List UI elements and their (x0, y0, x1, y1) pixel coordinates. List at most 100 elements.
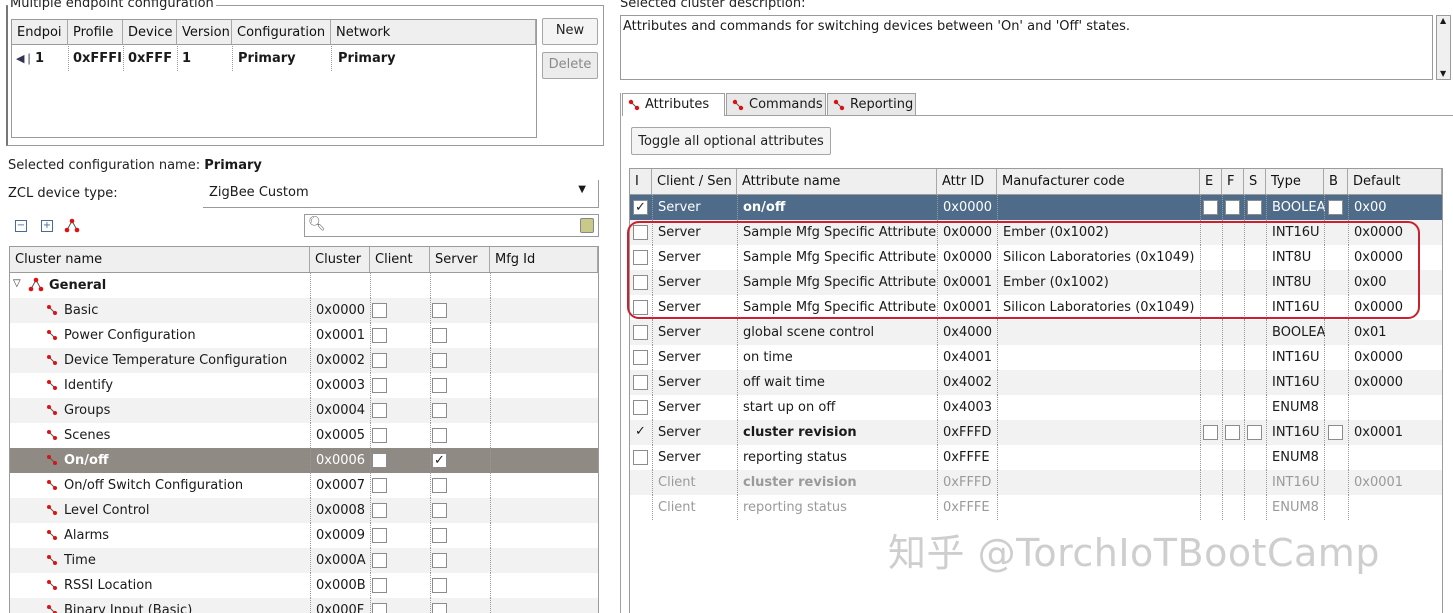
attribute-row[interactable]: Server start up on off 0x4003 ENUM8 (630, 395, 1442, 420)
attribute-row[interactable]: Client cluster revision 0xFFFD INT16U 0x0001 (630, 470, 1442, 495)
server-checkbox[interactable] (432, 503, 447, 518)
new-button[interactable]: New (542, 18, 598, 45)
client-checkbox[interactable] (372, 578, 387, 593)
client-checkbox[interactable] (372, 478, 387, 493)
attr-col-header[interactable]: S (1244, 169, 1266, 194)
zcl-device-select[interactable]: ZigBee Custom ▼ (203, 180, 599, 208)
server-checkbox[interactable] (432, 478, 447, 493)
included-checkbox[interactable] (633, 400, 648, 415)
cluster-row[interactable]: Time 0x000A (10, 548, 598, 573)
client-checkbox[interactable] (372, 403, 387, 418)
attr-col-header[interactable]: I (630, 169, 652, 194)
cluster-row[interactable]: Alarms 0x0009 (10, 523, 598, 548)
attribute-row[interactable]: Server reporting status 0xFFFE ENUM8 (630, 445, 1442, 470)
attr-col-header[interactable]: Default (1348, 169, 1442, 194)
client-checkbox[interactable] (372, 428, 387, 443)
tab-attributes[interactable]: Attributes (622, 93, 725, 116)
collapse-all-icon[interactable]: − (15, 220, 27, 232)
client-checkbox[interactable] (372, 528, 387, 543)
cluster-icon[interactable] (64, 218, 80, 234)
server-checkbox[interactable] (432, 328, 447, 343)
client-checkbox[interactable] (372, 378, 387, 393)
attr-col-header[interactable]: Manufacturer code (997, 169, 1200, 194)
endpoint-col-header[interactable]: Configuration (232, 20, 331, 44)
cluster-row[interactable]: Groups 0x0004 (10, 398, 598, 423)
cluster-group-row[interactable]: ▽ General (10, 273, 598, 298)
cluster-col-header[interactable]: Server (430, 247, 490, 272)
attr-col-header[interactable]: Type (1266, 169, 1324, 194)
included-checkbox[interactable]: ✓ (633, 200, 648, 215)
cluster-col-header[interactable]: Cluster name (10, 247, 310, 272)
client-checkbox[interactable] (372, 603, 387, 613)
endpoint-col-header[interactable]: Version (177, 20, 232, 44)
endpoint-col-header[interactable]: Network (331, 20, 536, 44)
server-checkbox[interactable] (432, 528, 447, 543)
client-checkbox[interactable] (372, 503, 387, 518)
endpoint-col-header[interactable]: Device (123, 20, 177, 44)
singleton-checkbox[interactable] (1247, 425, 1262, 440)
flash-checkbox[interactable] (1225, 200, 1240, 215)
cluster-col-header[interactable]: Cluster (310, 247, 370, 272)
tab-reporting[interactable]: Reporting (827, 93, 916, 115)
cluster-row[interactable]: Device Temperature Configuration 0x0002 (10, 348, 598, 373)
endpoint-col-header[interactable]: Endpoi (12, 20, 68, 44)
cluster-search-input[interactable]: 🔍︎ (304, 214, 599, 237)
attr-col-header[interactable]: F (1222, 169, 1244, 194)
expand-triangle-icon[interactable]: ▽ (13, 278, 21, 289)
cluster-row[interactable]: Binary Input (Basic) 0x000F (10, 598, 598, 613)
server-checkbox[interactable] (432, 553, 447, 568)
server-checkbox[interactable] (432, 353, 447, 368)
attr-col-header[interactable]: Attr ID (937, 169, 997, 194)
endpoint-row[interactable]: ◀❘ 1 0xFFFI 0xFFFI 1 Primary Primary (12, 46, 536, 71)
external-checkbox[interactable] (1203, 425, 1218, 440)
server-checkbox[interactable]: ✓ (432, 453, 447, 468)
client-checkbox[interactable] (372, 328, 387, 343)
cluster-row[interactable]: RSSI Location 0x000B (10, 573, 598, 598)
cluster-row[interactable]: Basic 0x0000 (10, 298, 598, 323)
expand-all-icon[interactable]: + (41, 220, 53, 232)
bounded-checkbox[interactable] (1328, 425, 1343, 440)
cluster-col-header[interactable]: Client (370, 247, 430, 272)
client-checkbox[interactable] (372, 453, 387, 468)
attr-col-header[interactable]: B (1324, 169, 1348, 194)
server-checkbox[interactable] (432, 403, 447, 418)
server-checkbox[interactable] (432, 603, 447, 613)
external-checkbox[interactable] (1203, 200, 1218, 215)
server-checkbox[interactable] (432, 303, 447, 318)
attribute-row[interactable]: ✓ Server on/off 0x0000 BOOLEA 0x00 (630, 195, 1442, 220)
included-check[interactable]: ✓ (635, 424, 646, 439)
server-checkbox[interactable] (432, 578, 447, 593)
cluster-row[interactable]: On/off Switch Configuration 0x0007 (10, 473, 598, 498)
tab-commands[interactable]: Commands (726, 93, 826, 115)
client-checkbox[interactable] (372, 303, 387, 318)
cluster-row[interactable]: Scenes 0x0005 (10, 423, 598, 448)
attribute-row[interactable]: ✓ Server cluster revision 0xFFFD INT16U 0x000… (630, 420, 1442, 445)
attribute-row[interactable]: Server global scene control 0x4000 BOOLEA 0x… (630, 320, 1442, 345)
attribute-row[interactable]: Server on time 0x4001 INT16U 0x0000 (630, 345, 1442, 370)
clear-search-icon[interactable] (580, 218, 594, 233)
server-checkbox[interactable] (432, 378, 447, 393)
endpoint-col-header[interactable]: Profile (68, 20, 123, 44)
singleton-checkbox[interactable] (1247, 200, 1262, 215)
bounded-checkbox[interactable] (1328, 200, 1343, 215)
attr-col-header[interactable]: Attribute name (737, 169, 937, 194)
client-checkbox[interactable] (372, 553, 387, 568)
cluster-row[interactable]: Power Configuration 0x0001 (10, 323, 598, 348)
cluster-row[interactable]: Level Control 0x0008 (10, 498, 598, 523)
cluster-col-header[interactable]: Mfg Id (490, 247, 598, 272)
attr-col-header[interactable]: Client / Sen (652, 169, 737, 194)
included-checkbox[interactable] (633, 450, 648, 465)
attribute-row[interactable]: Server off wait time 0x4002 INT16U 0x0000 (630, 370, 1442, 395)
included-checkbox[interactable] (633, 350, 648, 365)
delete-button[interactable]: Delete (542, 52, 598, 79)
included-checkbox[interactable] (633, 375, 648, 390)
attribute-row[interactable]: Client reporting status 0xFFFE ENUM8 (630, 495, 1442, 520)
cluster-row[interactable]: Identify 0x0003 (10, 373, 598, 398)
desc-scrollbar[interactable]: ▲ ▼ (1436, 15, 1451, 80)
toggle-optional-button[interactable]: Toggle all optional attributes (631, 127, 831, 155)
client-checkbox[interactable] (372, 353, 387, 368)
included-checkbox[interactable] (633, 325, 648, 340)
flash-checkbox[interactable] (1225, 425, 1240, 440)
attr-col-header[interactable]: E (1200, 169, 1222, 194)
cluster-row[interactable]: On/off 0x0006 ✓ (10, 448, 598, 473)
